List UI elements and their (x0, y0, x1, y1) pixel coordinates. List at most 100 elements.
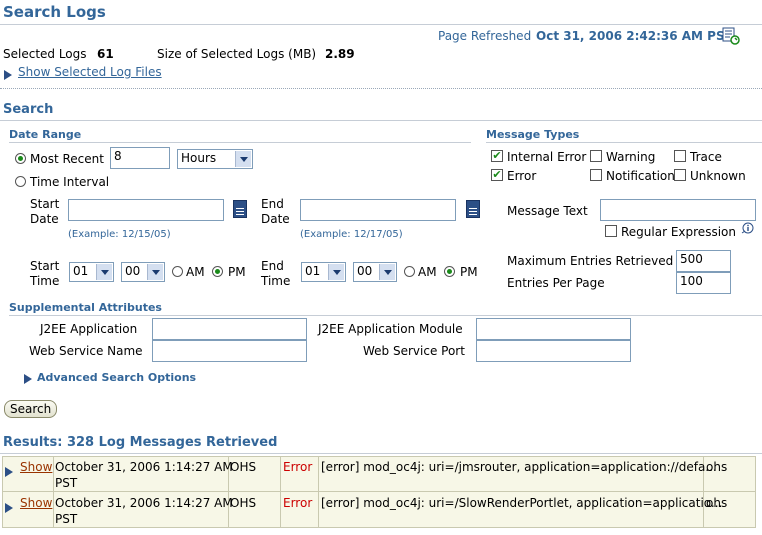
start-time-label-line1: Start (30, 259, 60, 273)
end-pm-radio[interactable] (444, 266, 455, 277)
row-message-type: Error (283, 460, 313, 474)
supplemental-rule (9, 315, 762, 316)
start-date-label-line2: Date (30, 212, 59, 226)
refresh-icon[interactable] (722, 27, 740, 45)
end-date-label-line2: Date (261, 212, 290, 226)
chevron-down-icon (96, 264, 112, 280)
end-date-field[interactable] (300, 199, 456, 221)
results-heading: Results: 328 Log Messages Retrieved (3, 435, 278, 450)
search-rule (0, 120, 762, 121)
row-time-line1: October 31, 2006 1:14:27 AM (55, 460, 233, 474)
expand-triangle-icon (4, 70, 12, 80)
show-details-link[interactable]: Show (20, 460, 52, 474)
regular-expression-checkbox[interactable] (605, 225, 617, 237)
most-recent-value-field[interactable]: 8 (110, 147, 170, 169)
results-rule (0, 453, 762, 454)
start-date-example: (Example: 12/15/05) (68, 229, 171, 240)
search-heading: Search (3, 102, 54, 117)
most-recent-radio[interactable] (15, 153, 26, 164)
error-label: Error (507, 169, 537, 183)
show-details-link[interactable]: Show (20, 496, 52, 510)
page-title: Search Logs (3, 3, 106, 21)
start-minute-select[interactable]: 00 (121, 262, 165, 282)
j2ee-module-field[interactable] (476, 318, 631, 340)
row-host: ohs (706, 460, 728, 474)
table-border-top (2, 456, 756, 457)
table-col-divider (2, 456, 3, 528)
row-time-line2: PST (55, 476, 78, 490)
supplemental-attributes-heading: Supplemental Attributes (9, 301, 162, 314)
show-selected-log-files-link[interactable]: Show Selected Log Files (18, 65, 162, 79)
web-service-name-field[interactable] (152, 340, 307, 362)
start-time-label-line2: Time (30, 274, 60, 288)
chevron-down-icon (235, 151, 251, 167)
date-range-rule (9, 142, 471, 143)
most-recent-label: Most Recent (30, 152, 104, 166)
j2ee-application-label: J2EE Application (40, 322, 138, 336)
web-service-port-field[interactable] (476, 340, 631, 362)
page-refreshed-value: Oct 31, 2006 2:42:36 AM PST (536, 29, 733, 43)
start-hour-select[interactable]: 01 (69, 262, 114, 282)
chevron-down-icon (379, 264, 395, 280)
message-types-heading: Message Types (486, 128, 580, 141)
table-col-divider (755, 456, 756, 528)
selected-logs-value: 61 (97, 47, 114, 61)
most-recent-unit-value: Hours (181, 151, 217, 165)
trace-checkbox[interactable] (674, 150, 686, 162)
search-button[interactable]: Search (4, 400, 57, 418)
start-date-field[interactable] (68, 199, 224, 221)
message-text-label: Message Text (507, 204, 588, 218)
row-message: [error] mod_oc4j: uri=/jmsrouter, applic… (321, 460, 717, 474)
row-time-line2: PST (55, 512, 78, 526)
message-text-field[interactable] (600, 199, 756, 221)
expand-triangle-icon (5, 503, 13, 513)
end-hour-select[interactable]: 01 (301, 262, 346, 282)
time-interval-radio[interactable] (15, 176, 26, 187)
start-pm-radio[interactable] (212, 266, 223, 277)
calendar-icon[interactable] (466, 200, 480, 218)
log-size-value: 2.89 (325, 47, 355, 61)
entries-per-page-field[interactable]: 100 (676, 272, 731, 294)
end-date-example: (Example: 12/17/05) (300, 229, 403, 240)
expand-triangle-icon (24, 374, 32, 384)
unknown-label: Unknown (690, 169, 746, 183)
max-entries-label: Maximum Entries Retrieved (507, 254, 674, 268)
chevron-down-icon (328, 264, 344, 280)
calendar-icon[interactable] (233, 200, 247, 218)
end-hour-value: 01 (305, 264, 321, 278)
trace-label: Trace (690, 150, 722, 164)
end-am-radio[interactable] (404, 266, 415, 277)
j2ee-application-field[interactable] (152, 318, 307, 340)
row-message-type: Error (283, 496, 313, 510)
internal-error-checkbox[interactable]: ✔ (491, 150, 503, 162)
regular-expression-label: Regular Expression (621, 225, 736, 239)
info-icon[interactable] (739, 222, 755, 236)
log-size-label: Size of Selected Logs (MB) (157, 47, 317, 61)
warning-checkbox[interactable] (590, 150, 602, 162)
end-minute-select[interactable]: 00 (353, 262, 397, 282)
start-am-radio[interactable] (172, 266, 183, 277)
max-entries-field[interactable]: 500 (676, 250, 731, 272)
row-message: [error] mod_oc4j: uri=/SlowRenderPortlet… (321, 496, 723, 510)
start-pm-label: PM (228, 265, 246, 279)
entries-per-page-label: Entries Per Page (507, 276, 605, 290)
start-minute-value: 00 (125, 264, 141, 278)
end-pm-label: PM (460, 265, 478, 279)
selected-logs-label: Selected Logs (3, 47, 87, 61)
notification-checkbox[interactable] (590, 169, 602, 181)
start-am-label: AM (186, 265, 205, 279)
section-divider (0, 88, 762, 89)
row-component: OHS (230, 460, 257, 474)
end-time-label-line1: End (261, 259, 284, 273)
web-service-port-label: Web Service Port (363, 344, 465, 358)
title-rule (0, 24, 762, 25)
most-recent-unit-select[interactable]: Hours (177, 149, 253, 169)
advanced-search-options-link[interactable]: Advanced Search Options (37, 371, 196, 384)
unknown-checkbox[interactable] (674, 169, 686, 181)
error-checkbox[interactable]: ✔ (491, 169, 503, 181)
message-types-rule (486, 142, 762, 143)
row-time-line1: October 31, 2006 1:14:27 AM (55, 496, 233, 510)
table-col-divider (280, 456, 281, 528)
table-col-divider (53, 456, 54, 528)
table-col-divider (318, 456, 319, 528)
